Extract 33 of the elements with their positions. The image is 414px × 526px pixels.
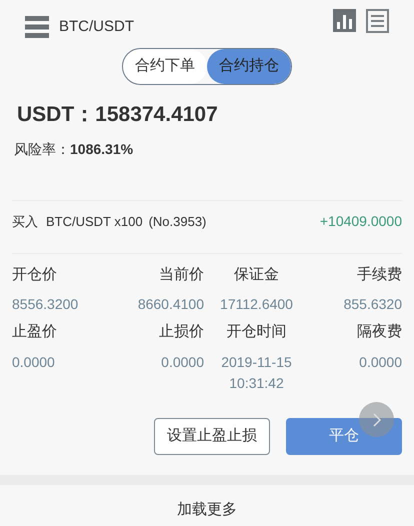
floating-next-button[interactable] [359, 402, 394, 437]
risk-value: 1086.31% [70, 140, 134, 158]
position-symbol: BTC/USDT x100 [46, 212, 143, 231]
side-label: 买入 [12, 212, 38, 231]
field-label: 止盈价 [12, 322, 58, 342]
field-value: 8660.4100 [136, 295, 204, 314]
field-label: 止损价 [158, 322, 204, 342]
field-value: 0.0000 [160, 352, 204, 372]
risk-label: 风险率： [14, 140, 70, 158]
field-label: 手续费 [356, 264, 402, 284]
field-value: 855.6320 [342, 295, 402, 314]
field-label: 保证金 [233, 264, 280, 284]
field-value: 0.0000 [12, 352, 56, 372]
field-value: 8556.3200 [12, 295, 80, 314]
clipboard-icon[interactable] [366, 9, 389, 33]
load-more-button[interactable]: 加载更多 [177, 498, 237, 521]
profit-value: +10409.0000 [320, 212, 402, 231]
action-button[interactable]: 设置止盈止损 [154, 418, 270, 454]
pair-title: BTC/USDT [59, 16, 134, 37]
chevron-right-icon [372, 412, 380, 426]
field-value: 0.0000 [358, 352, 402, 372]
balance: USDT：158374.4107 [16, 102, 219, 128]
position-number: (No.3953) [148, 212, 206, 231]
field-label: 开仓价 [12, 264, 58, 284]
field-value: 17112.6400 [219, 295, 294, 314]
tab[interactable]: 合约下单 [123, 49, 207, 84]
field-label: 开仓时间 [226, 322, 288, 342]
bar-chart-icon[interactable] [333, 9, 356, 32]
field-label: 隔夜费 [356, 322, 402, 342]
tab[interactable]: 合约持仓 [207, 49, 291, 84]
field-value: 2019-11-15 10:31:42 [220, 352, 293, 392]
field-label: 当前价 [158, 264, 204, 284]
menu-icon[interactable] [25, 15, 49, 39]
